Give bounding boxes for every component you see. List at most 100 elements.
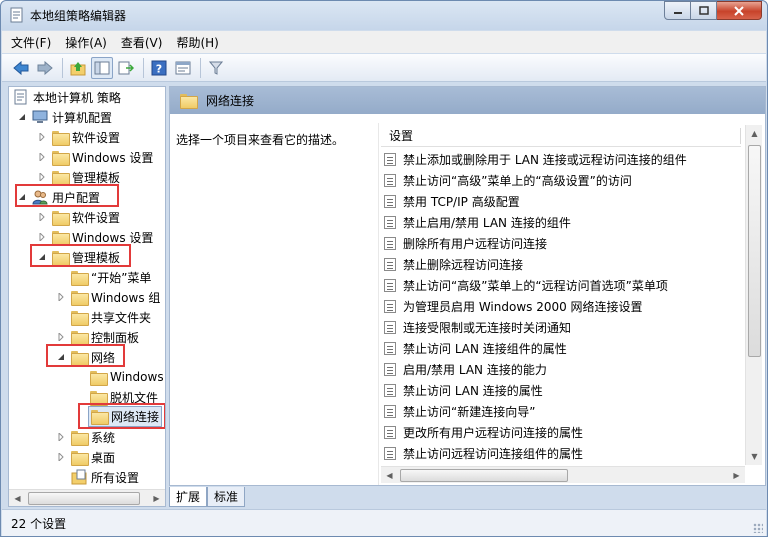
tree-item-system[interactable]: 系统 (56, 427, 115, 447)
expand-arrow-icon[interactable] (56, 452, 66, 462)
close-button[interactable] (717, 1, 762, 20)
expand-arrow-icon[interactable] (37, 212, 47, 222)
expand-arrow-icon[interactable] (37, 152, 47, 162)
policy-item[interactable]: 禁止访问“新建连接向导” (384, 401, 535, 422)
expand-arrow-icon[interactable] (37, 132, 47, 142)
policy-item[interactable]: 禁用 TCP/IP 高级配置 (384, 191, 520, 212)
help-button[interactable]: ? (148, 57, 170, 79)
maximize-button[interactable] (691, 1, 717, 20)
tree-item-windows-settings[interactable]: Windows 设置 (37, 147, 153, 167)
properties-button[interactable] (172, 57, 194, 79)
policy-item[interactable]: 禁止访问远程访问连接组件的属性 (384, 443, 583, 464)
scroll-thumb[interactable] (28, 492, 140, 505)
tree-item-windows-components[interactable]: Windows 组 (56, 287, 160, 307)
details-pane: 网络连接 选择一个项目来查看它的描述。 设置 禁止添加或删除用于 LAN 连接或… (169, 86, 766, 486)
policy-item[interactable]: 禁止启用/禁用 LAN 连接的组件 (384, 212, 571, 233)
expand-arrow-icon[interactable] (56, 432, 66, 442)
scroll-right-icon[interactable]: ▶ (148, 490, 165, 507)
tree-item-desktop[interactable]: 桌面 (56, 447, 115, 467)
tab-standard[interactable]: 标准 (207, 487, 246, 507)
scroll-down-icon[interactable]: ▼ (746, 448, 763, 465)
policy-setting-icon (384, 447, 396, 460)
menu-bar: 文件(F) 操作(A) 查看(V) 帮助(H) (2, 31, 766, 53)
forward-button[interactable] (34, 57, 56, 79)
menu-help[interactable]: 帮助(H) (176, 34, 218, 51)
policy-item[interactable]: 更改所有用户远程访问连接的属性 (384, 422, 583, 443)
policy-item[interactable]: 为管理员启用 Windows 2000 网络连接设置 (384, 296, 643, 317)
folder-icon (52, 150, 70, 166)
tree-item-windows-network[interactable]: Windows (90, 367, 164, 387)
policy-item[interactable]: 禁止访问 LAN 连接的属性 (384, 380, 543, 401)
tree-item-all-settings[interactable]: 所有设置 (71, 467, 139, 487)
policy-item[interactable]: 禁止访问“高级”菜单上的“远程访问首选项”菜单项 (384, 275, 668, 296)
policy-item[interactable]: 连接受限制或无连接时关闭通知 (384, 317, 571, 338)
scroll-left-icon[interactable]: ◀ (9, 490, 26, 507)
tree-item-software-settings[interactable]: 软件设置 (37, 127, 120, 147)
collapse-arrow-icon[interactable] (17, 112, 27, 122)
policy-item-label: 连接受限制或无连接时关闭通知 (403, 321, 572, 335)
tree-horizontal-scrollbar[interactable]: ◀ ▶ (9, 489, 165, 506)
svg-text:?: ? (156, 62, 162, 75)
folder-icon (52, 130, 70, 146)
list-horizontal-scrollbar[interactable]: ◀ ▶ (381, 466, 745, 483)
tree-item-start-menu[interactable]: “开始”菜单 (71, 267, 151, 287)
policy-item-label: 禁止访问“高级”菜单上的“高级设置”的访问 (403, 174, 632, 188)
column-header-setting[interactable]: 设置 (381, 125, 741, 147)
policy-item-label: 为管理员启用 Windows 2000 网络连接设置 (403, 300, 643, 314)
menu-view[interactable]: 查看(V) (121, 34, 163, 51)
tree-item-label: 桌面 (91, 450, 116, 465)
expand-arrow-icon[interactable] (56, 332, 66, 342)
back-button[interactable] (10, 57, 32, 79)
policy-editor-icon (10, 7, 23, 23)
policy-item-label: 禁止访问远程访问连接组件的属性 (403, 447, 584, 461)
scroll-thumb[interactable] (400, 469, 568, 482)
tree-item-shared-folders[interactable]: 共享文件夹 (71, 307, 151, 327)
policy-item-label: 禁止访问 LAN 连接的属性 (403, 384, 543, 398)
all-settings-folder-icon (71, 469, 87, 485)
tree-item-local-computer-policy[interactable]: 本地计算机 策略 (13, 87, 121, 107)
tree-item-label: Windows 组 (91, 290, 161, 305)
up-one-level-button[interactable] (67, 57, 89, 79)
folder-icon (90, 390, 108, 406)
folder-icon (52, 230, 70, 246)
window: 本地组策略编辑器 文件(F) 操作(A) 查看(V) 帮助(H) ? 本地计算机… (0, 0, 768, 537)
scroll-right-icon[interactable]: ▶ (728, 467, 745, 484)
resize-grip-icon[interactable] (753, 523, 763, 533)
tree-item-label: Windows (110, 370, 164, 384)
tree-item-software-settings[interactable]: 软件设置 (37, 207, 120, 227)
policy-item[interactable]: 禁止访问 LAN 连接组件的属性 (384, 338, 567, 359)
expand-arrow-icon[interactable] (56, 292, 66, 302)
scroll-left-icon[interactable]: ◀ (381, 467, 398, 484)
filter-button[interactable] (205, 57, 227, 79)
up-folder-icon (70, 61, 86, 75)
expand-arrow-icon[interactable] (37, 172, 47, 182)
policy-item[interactable]: 禁止添加或删除用于 LAN 连接或远程访问连接的组件 (384, 149, 687, 170)
menu-file[interactable]: 文件(F) (11, 34, 51, 51)
folder-icon (71, 310, 89, 326)
scroll-thumb[interactable] (748, 145, 761, 357)
tree-item-computer-config[interactable]: 计算机配置 (17, 107, 112, 127)
policy-setting-icon (384, 216, 396, 229)
policy-item-label: 禁止访问 LAN 连接组件的属性 (403, 342, 567, 356)
policy-document-icon (14, 89, 27, 105)
export-list-button[interactable] (115, 57, 137, 79)
list-vertical-scrollbar[interactable]: ▲ ▼ (745, 125, 762, 465)
policy-setting-icon (384, 426, 396, 439)
tab-extended[interactable]: 扩展 (169, 487, 208, 507)
policy-item[interactable]: 禁止访问“高级”菜单上的“高级设置”的访问 (384, 170, 632, 191)
folder-icon (52, 170, 70, 186)
show-hide-tree-button[interactable] (91, 56, 113, 79)
policy-item-label: 禁止删除远程访问连接 (403, 258, 524, 272)
expand-arrow-icon[interactable] (37, 232, 47, 242)
policy-item[interactable]: 删除所有用户远程访问连接 (384, 233, 547, 254)
scroll-up-icon[interactable]: ▲ (746, 125, 763, 142)
folder-icon (71, 290, 89, 306)
policy-item[interactable]: 启用/禁用 LAN 连接的能力 (384, 359, 547, 380)
menu-action[interactable]: 操作(A) (65, 34, 107, 51)
computer-icon (32, 110, 48, 123)
folder-icon (180, 94, 198, 109)
minimize-button[interactable] (664, 1, 691, 20)
folder-icon (71, 270, 89, 286)
tree-item-label: 系统 (91, 430, 116, 445)
policy-item[interactable]: 禁止删除远程访问连接 (384, 254, 523, 275)
